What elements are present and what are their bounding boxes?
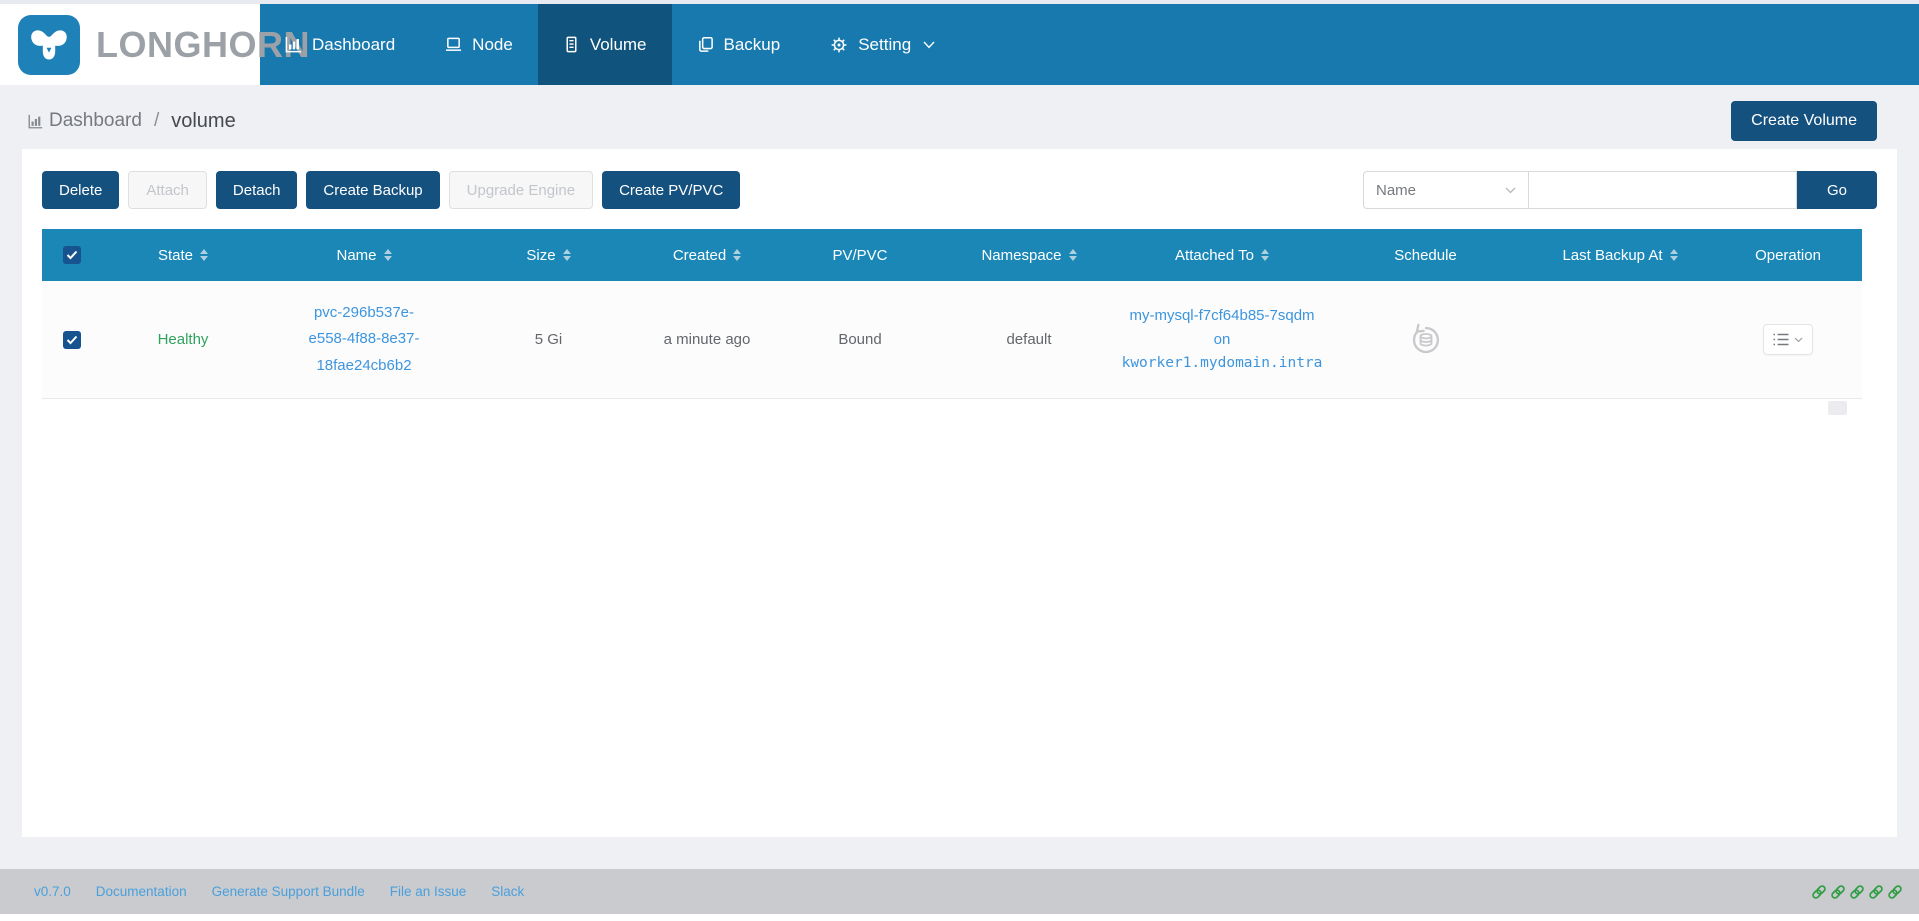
table-scrollbar[interactable] [1828, 401, 1847, 415]
sort-caret-icon [1669, 249, 1678, 261]
page-header: Dashboard / volume Create Volume [0, 85, 1919, 149]
footer-api-links [1811, 884, 1903, 900]
sort-caret-icon [383, 249, 392, 261]
column-header-created[interactable]: Created [633, 247, 781, 264]
nav-volume[interactable]: Volume [537, 4, 672, 85]
breadcrumb: Dashboard / volume [28, 110, 236, 133]
chart-icon [28, 114, 43, 129]
sort-caret-icon [562, 249, 571, 261]
setting-gear-icon [830, 36, 848, 54]
dashboard-icon [285, 36, 302, 53]
table-header: State Name Size Created PV/PVC Namespace… [42, 229, 1862, 281]
volume-icon [563, 36, 580, 53]
chain-link-icon[interactable] [1887, 884, 1903, 900]
volume-card: Delete Attach Detach Create Backup Upgra… [22, 149, 1897, 837]
volume-state: Healthy [157, 331, 209, 348]
chain-link-icon[interactable] [1849, 884, 1865, 900]
search-input[interactable] [1529, 171, 1797, 209]
filter-bar: Name Go [1363, 171, 1877, 209]
sort-caret-icon [1260, 249, 1269, 261]
column-header-attached-to[interactable]: Attached To [1119, 247, 1325, 264]
table-row: Healthy pvc-296b537e- e558-4f88-8e37-18f… [42, 281, 1862, 399]
top-navbar: LONGHORN Dashboard Node Volume Backup Se… [0, 4, 1919, 85]
volume-namespace: default [1006, 331, 1052, 348]
column-header-schedule: Schedule [1394, 246, 1457, 264]
longhorn-app: LONGHORN Dashboard Node Volume Backup Se… [0, 0, 1919, 921]
column-header-state[interactable]: State [102, 247, 264, 264]
main-nav: Dashboard Node Volume Backup Setting [260, 4, 960, 85]
longhorn-logo-icon [18, 14, 80, 75]
volume-schedule [1325, 321, 1526, 359]
footer-link-documentation[interactable]: Documentation [96, 884, 187, 899]
nav-label: Setting [858, 34, 912, 54]
volume-table: State Name Size Created PV/PVC Namespace… [42, 229, 1862, 415]
main-area: Dashboard / volume Create Volume Delete … [0, 85, 1919, 869]
nav-dashboard[interactable]: Dashboard [260, 4, 420, 85]
breadcrumb-separator: / [153, 110, 160, 131]
nav-node[interactable]: Node [420, 4, 538, 85]
operation-cell [1714, 324, 1862, 355]
create-volume-button[interactable]: Create Volume [1731, 101, 1877, 141]
footer-link-slack[interactable]: Slack [491, 884, 524, 899]
volume-size: 5 Gi [534, 331, 563, 348]
create-backup-button[interactable]: Create Backup [306, 171, 440, 209]
column-header-name[interactable]: Name [264, 247, 464, 264]
column-header-last-backup-at[interactable]: Last Backup At [1526, 247, 1714, 264]
filter-field-value: Name [1376, 181, 1417, 199]
detach-button[interactable]: Detach [215, 171, 298, 209]
breadcrumb-current: volume [171, 109, 236, 132]
nav-label: Node [472, 34, 513, 54]
volume-name-link[interactable]: pvc-296b537e- e558-4f88-8e37-18fae24cb6b… [264, 300, 464, 379]
filter-field-select[interactable]: Name [1363, 171, 1529, 209]
sort-caret-icon [733, 249, 742, 261]
column-header-pv-pvc: PV/PVC [832, 246, 888, 264]
footer-link-file-issue[interactable]: File an Issue [390, 884, 467, 899]
volume-pv-pvc-status: Bound [838, 331, 882, 348]
nav-label: Backup [723, 34, 781, 54]
delete-button[interactable]: Delete [42, 171, 120, 209]
column-header-operation: Operation [1755, 246, 1821, 264]
column-header-size[interactable]: Size [464, 247, 633, 264]
nav-label: Dashboard [312, 34, 396, 54]
nav-backup[interactable]: Backup [672, 4, 806, 85]
sort-caret-icon [1068, 249, 1077, 261]
footer: v0.7.0 Documentation Generate Support Bu… [0, 869, 1919, 914]
chevron-down-icon [1794, 337, 1803, 343]
column-header-namespace[interactable]: Namespace [939, 247, 1119, 264]
go-button[interactable]: Go [1797, 171, 1877, 209]
create-pv-pvc-button[interactable]: Create PV/PVC [602, 171, 741, 209]
footer-link-version[interactable]: v0.7.0 [34, 884, 71, 899]
volume-attached-to: my-mysql-f7cf64b85-7sqdm on kworker1.myd… [1119, 304, 1325, 375]
list-icon [1773, 333, 1789, 346]
volume-toolbar: Delete Attach Detach Create Backup Upgra… [42, 171, 1877, 209]
attach-button: Attach [128, 171, 207, 209]
workload-link[interactable]: my-mysql-f7cf64b85-7sqdm [1129, 304, 1314, 328]
chain-link-icon[interactable] [1811, 884, 1827, 900]
sort-caret-icon [200, 249, 209, 261]
brand[interactable]: LONGHORN [0, 4, 310, 85]
node-icon [445, 36, 462, 53]
nav-label: Volume [589, 34, 647, 54]
volume-created: a minute ago [663, 331, 751, 348]
chain-link-icon[interactable] [1868, 884, 1884, 900]
recurring-backup-icon [1407, 321, 1445, 359]
chevron-down-icon [1505, 187, 1516, 194]
bottom-edge-strip [0, 914, 1919, 921]
operation-menu-button[interactable] [1763, 324, 1813, 355]
row-checkbox[interactable] [63, 330, 81, 349]
bulk-action-buttons: Delete Attach Detach Create Backup Upgra… [42, 171, 741, 209]
select-all-checkbox[interactable] [63, 246, 81, 264]
nav-setting[interactable]: Setting [805, 4, 960, 85]
node-link[interactable]: kworker1.mydomain.intra [1122, 352, 1323, 375]
chain-link-icon[interactable] [1830, 884, 1846, 900]
backup-icon [697, 36, 714, 53]
upgrade-engine-button: Upgrade Engine [448, 171, 594, 209]
attached-preposition: on [1213, 330, 1231, 348]
breadcrumb-dashboard[interactable]: Dashboard [49, 110, 142, 132]
footer-links: v0.7.0 Documentation Generate Support Bu… [34, 884, 524, 899]
footer-link-support-bundle[interactable]: Generate Support Bundle [212, 884, 365, 899]
chevron-down-icon [923, 41, 935, 49]
